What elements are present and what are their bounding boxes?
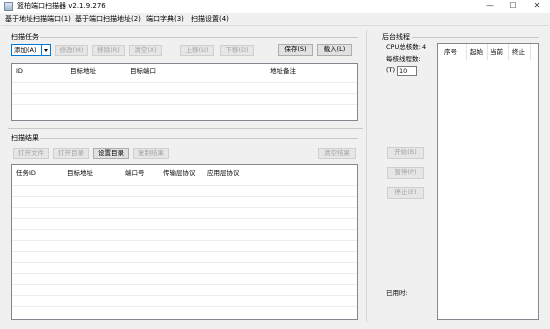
result-col-address[interactable]: 目标地址 bbox=[67, 168, 93, 179]
title-bar: 篮柏端口扫描器 v2.1.9.276 — ☐ ✕ bbox=[0, 0, 550, 13]
minimize-button[interactable]: — bbox=[480, 0, 500, 13]
result-row-line bbox=[12, 229, 357, 230]
thread-col-separator bbox=[487, 44, 488, 60]
tab-bar: 基于地址扫描端口(1) 基于端口扫描地址(2) 端口字典(3) 扫描设置(4) bbox=[0, 13, 550, 25]
cpu-cores-value: 4 bbox=[422, 43, 427, 51]
thread-col-end[interactable]: 终止 bbox=[512, 47, 525, 58]
scan-result-divider bbox=[40, 138, 358, 139]
open-file-button[interactable]: 打开文件 bbox=[13, 148, 49, 159]
thread-table[interactable]: 序号 起始 当前 终止 bbox=[437, 43, 539, 320]
threads-label: 后台线程 bbox=[382, 33, 410, 41]
tab-scan-by-port[interactable]: 基于端口扫描地址(2) bbox=[75, 14, 141, 24]
thread-col-separator bbox=[530, 44, 531, 60]
set-dir-button[interactable]: 设置目录 bbox=[93, 148, 129, 159]
add-dropdown[interactable]: 添加(A) bbox=[11, 44, 51, 56]
add-dropdown-label: 添加(A) bbox=[14, 46, 37, 54]
move-down-button[interactable]: 下移(D) bbox=[220, 45, 254, 56]
task-header-line bbox=[12, 82, 357, 83]
result-row-line bbox=[12, 306, 357, 307]
scan-task-label: 扫描任务 bbox=[11, 33, 39, 41]
vertical-divider bbox=[366, 30, 367, 322]
result-row-line bbox=[12, 284, 357, 285]
tab-scan-settings[interactable]: 扫描设置(4) bbox=[191, 14, 229, 24]
cpu-cores-label: CPU总核数: bbox=[386, 43, 421, 51]
open-dir-button[interactable]: 打开目录 bbox=[53, 148, 89, 159]
result-row-line bbox=[12, 196, 357, 197]
tab-scan-by-address[interactable]: 基于地址扫描端口(1) bbox=[5, 14, 71, 24]
task-col-port[interactable]: 目标端口 bbox=[130, 66, 156, 77]
result-row-line bbox=[12, 262, 357, 263]
task-table[interactable]: ID 目标地址 目标端口 地址备注 bbox=[11, 63, 358, 121]
task-col-remark[interactable]: 地址备注 bbox=[270, 66, 296, 77]
result-col-application[interactable]: 应用层协议 bbox=[207, 168, 240, 179]
task-col-id[interactable]: ID bbox=[16, 66, 23, 77]
result-col-transport[interactable]: 传输层协议 bbox=[163, 168, 196, 179]
thread-col-current[interactable]: 当前 bbox=[490, 47, 503, 58]
clear-button[interactable]: 清空(X) bbox=[129, 45, 162, 56]
result-header-line bbox=[12, 185, 357, 186]
scan-result-label: 扫描结果 bbox=[11, 134, 39, 142]
load-button[interactable]: 载入(L) bbox=[317, 44, 352, 56]
result-row-line bbox=[12, 273, 357, 274]
section-divider bbox=[8, 128, 363, 129]
thread-col-separator bbox=[508, 44, 509, 60]
thread-col-start[interactable]: 起始 bbox=[470, 47, 483, 58]
maximize-button[interactable]: ☐ bbox=[503, 0, 523, 13]
thread-col-index[interactable]: 序号 bbox=[444, 47, 457, 58]
start-button[interactable]: 开始(B) bbox=[387, 147, 424, 159]
move-up-button[interactable]: 上移(U) bbox=[180, 45, 214, 56]
save-button[interactable]: 保存(S) bbox=[278, 44, 313, 56]
task-col-address[interactable]: 目标地址 bbox=[70, 66, 96, 77]
thread-col-separator bbox=[466, 44, 467, 60]
close-button[interactable]: ✕ bbox=[527, 0, 547, 13]
stop-button[interactable]: 停止(E) bbox=[387, 187, 424, 199]
chevron-down-icon[interactable] bbox=[41, 45, 50, 55]
threads-per-core-key: (T) bbox=[386, 66, 396, 74]
task-row-line bbox=[12, 93, 357, 94]
result-row-line bbox=[12, 295, 357, 296]
copy-result-button[interactable]: 复制结果 bbox=[133, 148, 169, 159]
result-row-line bbox=[12, 218, 357, 219]
threads-divider bbox=[412, 37, 539, 38]
threads-per-core-input[interactable]: 10 bbox=[397, 66, 417, 76]
pause-button[interactable]: 暂停(P) bbox=[387, 167, 424, 179]
result-col-port[interactable]: 端口号 bbox=[125, 168, 145, 179]
threads-per-core-label: 每核线程数: bbox=[386, 55, 421, 63]
result-table[interactable]: 任务ID 目标地址 端口号 传输层协议 应用层协议 bbox=[11, 164, 358, 320]
tab-port-dictionary[interactable]: 端口字典(3) bbox=[146, 14, 184, 24]
result-row-line bbox=[12, 207, 357, 208]
result-col-task-id[interactable]: 任务ID bbox=[16, 168, 36, 179]
app-icon bbox=[4, 2, 13, 11]
elapsed-time-label: 已用时: bbox=[386, 289, 408, 297]
result-row-line bbox=[12, 251, 357, 252]
remove-button[interactable]: 移除(R) bbox=[92, 45, 125, 56]
scan-task-divider bbox=[40, 37, 358, 38]
clear-result-button[interactable]: 清空结果 bbox=[318, 148, 356, 159]
window-title: 篮柏端口扫描器 v2.1.9.276 bbox=[17, 2, 106, 10]
result-row-line bbox=[12, 240, 357, 241]
modify-button[interactable]: 修改(M) bbox=[55, 45, 88, 56]
task-row-line bbox=[12, 104, 357, 105]
